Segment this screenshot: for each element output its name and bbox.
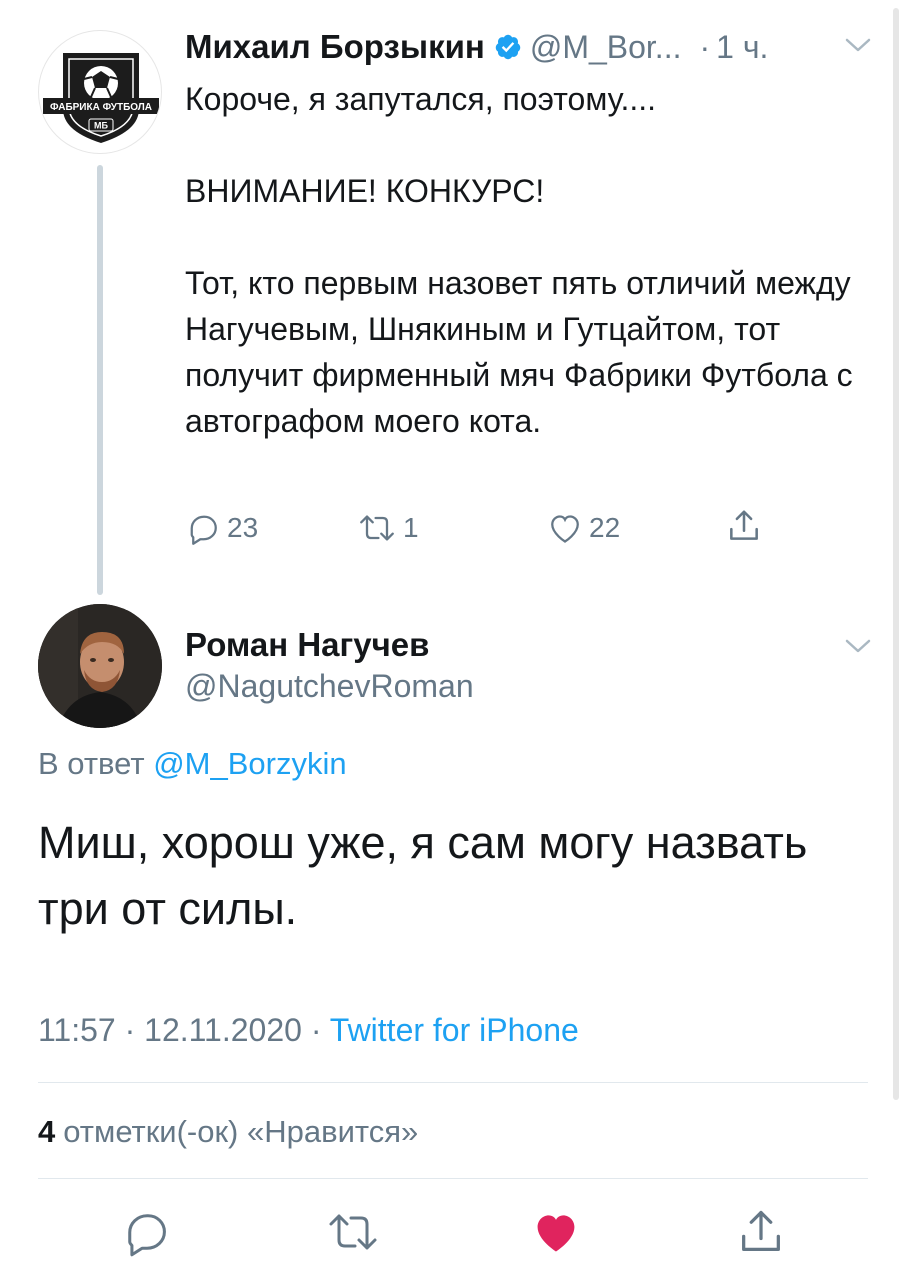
logo-subtext: МБ — [94, 121, 108, 131]
reply-context: В ответ @M_Borzykin — [38, 746, 347, 782]
author-avatar-main[interactable] — [38, 604, 162, 728]
divider — [38, 1178, 868, 1179]
parent-tweet-header: Михаил Борзыкин @M_Bor... · 1 ч. — [185, 24, 885, 70]
heart-filled-icon — [537, 1215, 575, 1252]
thread-connector-line — [97, 165, 103, 595]
tweet-text-line: ВНИМАНИЕ! КОНКУРС! — [185, 173, 545, 209]
chevron-down-icon[interactable] — [843, 636, 873, 656]
tweet-text-line: Тот, кто первым назовет пять отличий меж… — [185, 265, 862, 439]
separator-dot: · — [310, 1012, 322, 1048]
reply-button[interactable]: 23 — [185, 510, 258, 546]
football-factory-logo: ФАБРИКА ФУТБОЛА МБ — [43, 53, 159, 143]
separator-dot: · — [124, 1012, 136, 1048]
author-name[interactable]: Роман Нагучев — [185, 626, 429, 664]
reply-mention-link[interactable]: @M_Borzykin — [153, 746, 346, 781]
parent-tweet-text: Короче, я запутался, поэтому.... ВНИМАНИ… — [185, 76, 875, 444]
author-handle[interactable]: @NagutchevRoman — [185, 668, 474, 705]
retweet-icon — [360, 515, 394, 541]
verified-badge-icon — [494, 33, 522, 61]
likes-label: отметки(-ок) «Нравится» — [63, 1114, 419, 1149]
retweet-button[interactable]: 1 — [357, 510, 419, 546]
reply-icon — [190, 515, 217, 545]
reply-button[interactable] — [120, 1206, 172, 1258]
retweet-count: 1 — [403, 512, 419, 543]
retweet-button[interactable] — [325, 1206, 381, 1258]
like-button[interactable] — [530, 1206, 582, 1258]
tweet-source-link[interactable]: Twitter for iPhone — [330, 1012, 579, 1048]
tweet-date: 12.11.2020 — [144, 1012, 302, 1048]
like-count: 22 — [589, 512, 621, 543]
share-icon — [730, 510, 758, 540]
share-icon — [742, 1210, 780, 1251]
reply-count: 23 — [227, 512, 259, 543]
tweet-time[interactable]: 1 ч. — [716, 29, 768, 66]
author-avatar-parent[interactable]: ФАБРИКА ФУТБОЛА МБ — [38, 30, 162, 154]
profile-photo — [38, 604, 162, 728]
separator-dot: · — [699, 28, 711, 65]
like-button[interactable]: 22 — [547, 510, 620, 546]
share-button[interactable] — [725, 507, 763, 545]
retweet-icon — [329, 1214, 377, 1250]
parent-tweet-actions: 23 1 22 — [185, 505, 785, 555]
divider — [38, 1082, 868, 1083]
tweet-detail-screen: ФАБРИКА ФУТБОЛА МБ Михаил Борзыкин @M_Bo… — [0, 0, 906, 1280]
reply-icon — [128, 1214, 166, 1257]
heart-outline-icon — [551, 515, 579, 543]
likes-summary[interactable]: 4 отметки(-ок) «Нравится» — [38, 1114, 418, 1150]
tweet-text-line: Короче, я запутался, поэтому.... — [185, 81, 657, 117]
scrollbar[interactable] — [893, 8, 899, 1100]
author-name[interactable]: Михаил Борзыкин — [185, 28, 485, 66]
share-button[interactable] — [735, 1206, 787, 1258]
reply-prefix: В ответ — [38, 746, 145, 781]
main-tweet-actions — [0, 1200, 906, 1270]
logo-text: ФАБРИКА ФУТБОЛА — [50, 102, 152, 113]
main-tweet-text: Миш, хорош уже, я сам могу назвать три о… — [38, 817, 808, 934]
tweet-time: 11:57 — [38, 1012, 116, 1048]
author-handle[interactable]: @M_Bor... — [530, 29, 682, 66]
tweet-meta: 11:57 · 12.11.2020 · Twitter for iPhone — [38, 1012, 579, 1049]
likes-count: 4 — [38, 1114, 56, 1149]
chevron-down-icon[interactable] — [843, 35, 873, 55]
